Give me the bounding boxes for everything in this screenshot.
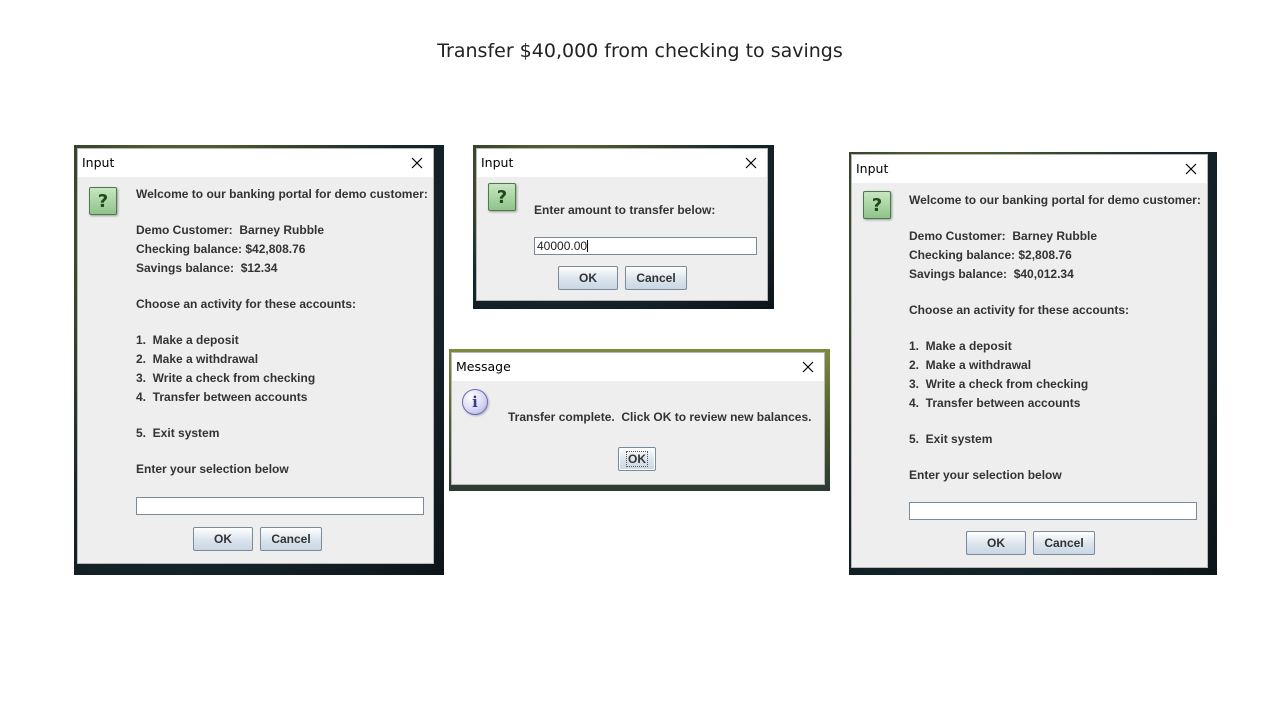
title-bar[interactable]: Input [477, 149, 767, 177]
slide-title: Transfer $40,000 from checking to saving… [437, 40, 843, 62]
checking-balance: Checking balance: $2,808.76 [909, 248, 1072, 262]
question-icon: ? [89, 187, 117, 215]
amount-input[interactable]: 40000.00 [534, 237, 757, 255]
ok-label: OK [626, 451, 648, 467]
ok-button[interactable]: OK [193, 527, 253, 551]
customer-name: Demo Customer: Barney Rubble [909, 229, 1098, 243]
ok-label: OK [987, 536, 1005, 550]
window-title: Input [856, 161, 889, 176]
close-icon[interactable] [741, 153, 761, 173]
window-title: Input [82, 155, 115, 170]
ok-label: OK [214, 532, 232, 546]
checking-balance: Checking balance: $42,808.76 [136, 242, 306, 256]
selection-prompt: Enter your selection below [136, 462, 289, 476]
close-icon[interactable] [798, 357, 818, 377]
savings-balance: Savings balance: $12.34 [136, 261, 278, 275]
transfer-complete-message: Transfer complete. Click OK to review ne… [508, 410, 812, 424]
input-dialog-after: Input ? Welcome to our banking portal fo… [851, 154, 1208, 568]
amount-value: 40000.00 [537, 239, 588, 253]
screenshot-message: Message i Transfer complete. Click OK to… [449, 349, 830, 491]
menu-option-exit: 5. Exit system [909, 432, 993, 446]
cancel-button[interactable]: Cancel [625, 266, 687, 290]
ok-button[interactable]: OK [966, 531, 1026, 555]
cancel-label: Cancel [1044, 536, 1084, 550]
cancel-label: Cancel [271, 532, 311, 546]
screenshot-amount: Input ? Enter amount to transfer below: … [473, 145, 774, 309]
cancel-label: Cancel [636, 271, 676, 285]
selection-input[interactable] [909, 502, 1197, 520]
title-bar[interactable]: Message [452, 353, 824, 381]
activity-prompt: Choose an activity for these accounts: [909, 303, 1130, 317]
question-icon: ? [863, 191, 891, 219]
menu-option-transfer: 4. Transfer between accounts [909, 396, 1081, 410]
message-dialog: Message i Transfer complete. Click OK to… [451, 352, 825, 485]
menu-option-deposit: 1. Make a deposit [909, 339, 1012, 353]
screenshot-before: Input ? Welcome to our banking portal fo… [74, 145, 444, 575]
activity-prompt: Choose an activity for these accounts: [136, 297, 357, 311]
close-icon[interactable] [407, 153, 427, 173]
cancel-button[interactable]: Cancel [260, 527, 322, 551]
menu-option-withdrawal: 2. Make a withdrawal [909, 358, 1032, 372]
savings-balance: Savings balance: $40,012.34 [909, 267, 1074, 281]
title-bar[interactable]: Input [852, 155, 1207, 183]
window-title: Message [456, 359, 511, 374]
cancel-button[interactable]: Cancel [1033, 531, 1095, 555]
menu-option-withdrawal: 2. Make a withdrawal [136, 352, 259, 366]
menu-option-transfer: 4. Transfer between accounts [136, 390, 308, 404]
input-dialog-before: Input ? Welcome to our banking portal fo… [77, 148, 434, 564]
welcome-text: Welcome to our banking portal for demo c… [136, 187, 428, 201]
menu-option-check: 3. Write a check from checking [136, 371, 316, 385]
selection-prompt: Enter your selection below [909, 468, 1062, 482]
menu-option-exit: 5. Exit system [136, 426, 220, 440]
amount-prompt: Enter amount to transfer below: [534, 203, 716, 217]
text-caret [587, 240, 589, 252]
ok-button[interactable]: OK [618, 447, 656, 471]
menu-option-check: 3. Write a check from checking [909, 377, 1089, 391]
screenshot-after: Input ? Welcome to our banking portal fo… [849, 152, 1217, 575]
menu-option-deposit: 1. Make a deposit [136, 333, 239, 347]
question-icon: ? [488, 183, 516, 211]
close-icon[interactable] [1181, 159, 1201, 179]
welcome-text: Welcome to our banking portal for demo c… [909, 193, 1201, 207]
input-dialog-amount: Input ? Enter amount to transfer below: … [476, 148, 768, 301]
title-bar[interactable]: Input [78, 149, 433, 177]
ok-button[interactable]: OK [558, 266, 618, 290]
information-icon: i [462, 389, 488, 415]
ok-label: OK [579, 271, 597, 285]
customer-name: Demo Customer: Barney Rubble [136, 223, 325, 237]
selection-input[interactable] [136, 497, 424, 515]
window-title: Input [481, 155, 514, 170]
